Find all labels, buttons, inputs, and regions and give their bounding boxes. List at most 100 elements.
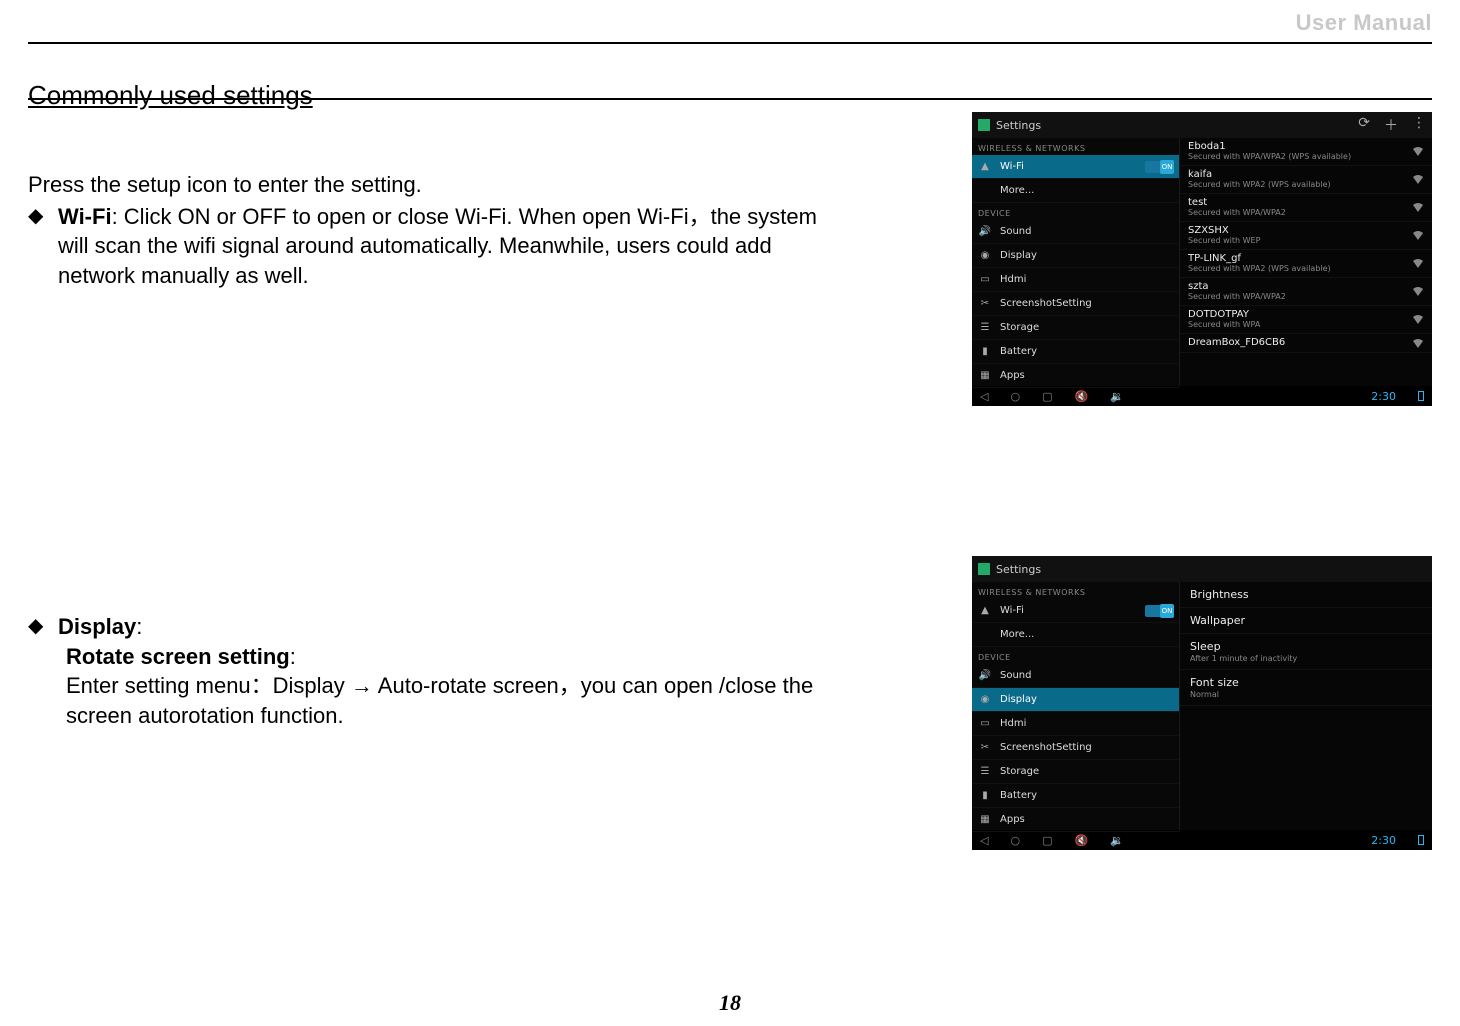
display-text: Display: Rotate screen setting: Enter se… [58, 612, 828, 731]
sidebar-item-more[interactable]: More... [972, 623, 1179, 647]
network-name: DreamBox_FD6CB6 [1188, 337, 1412, 348]
sidebar-item-screenshot[interactable]: ✂ScreenshotSetting [972, 736, 1179, 760]
sidebar-item-storage[interactable]: ☰Storage [972, 316, 1179, 340]
sidebar-label: Wi-Fi [1000, 161, 1024, 172]
wifi-network-item[interactable]: TP-LINK_gfSecured with WPA2 (WPS availab… [1180, 250, 1432, 278]
screenshot-icon: ✂ [978, 741, 992, 755]
display-label: Display [58, 614, 136, 639]
document-page: User Manual Commonly used settings Press… [0, 0, 1460, 1026]
blank-icon [978, 628, 992, 642]
display-icon: ◉ [978, 693, 992, 707]
sidebar-item-sound[interactable]: 🔊Sound [972, 220, 1179, 244]
display-option-item[interactable]: Brightness [1180, 582, 1432, 608]
category-device: DEVICE [972, 647, 1179, 664]
display-option-item[interactable]: SleepAfter 1 minute of inactivity [1180, 634, 1432, 670]
option-name: Font size [1190, 676, 1422, 689]
network-security: Secured with WPA [1188, 320, 1412, 329]
sound-icon: 🔊 [978, 669, 992, 683]
network-name: szta [1188, 281, 1412, 292]
section-rule [28, 98, 1432, 100]
wifi-network-item[interactable]: DreamBox_FD6CB6 [1180, 334, 1432, 353]
display-option-item[interactable]: Font sizeNormal [1180, 670, 1432, 706]
sidebar-item-screenshot[interactable]: ✂ScreenshotSetting [972, 292, 1179, 316]
display-option-item[interactable]: Wallpaper [1180, 608, 1432, 634]
toggle-knob: ON [1160, 160, 1174, 174]
signal-icon [1412, 258, 1424, 268]
vol-up-icon[interactable]: 🔉 [1110, 390, 1124, 403]
option-name: Wallpaper [1190, 614, 1422, 627]
sidebar-label: Display [1000, 250, 1037, 261]
sidebar-item-display[interactable]: ◉Display [972, 244, 1179, 268]
clock: 2:30 [1371, 834, 1396, 847]
sidebar-label: Wi-Fi [1000, 605, 1024, 616]
sidebar-label: Apps [1000, 814, 1025, 825]
wifi-toggle[interactable]: ON [1145, 161, 1173, 173]
category-wireless: WIRELESS & NETWORKS [972, 138, 1179, 155]
wifi-network-item[interactable]: Eboda1Secured with WPA/WPA2 (WPS availab… [1180, 138, 1432, 166]
wifi-network-item[interactable]: testSecured with WPA/WPA2 [1180, 194, 1432, 222]
add-icon[interactable]: ＋ [1384, 115, 1398, 135]
storage-icon: ☰ [978, 321, 992, 335]
sidebar-item-wifi[interactable]: ▲ Wi-Fi ON [972, 155, 1179, 179]
sidebar-label: More... [1000, 629, 1034, 640]
wifi-toggle[interactable]: ON [1145, 605, 1173, 617]
screenshot-display: Settings WIRELESS & NETWORKS ▲ Wi-Fi ON … [972, 556, 1432, 850]
sidebar-label: Battery [1000, 346, 1037, 357]
sidebar-item-storage[interactable]: ☰Storage [972, 760, 1179, 784]
home-icon[interactable]: ○ [1010, 834, 1020, 847]
option-sub: Normal [1190, 690, 1422, 699]
sidebar-item-hdmi[interactable]: ▭ Hdmi [972, 712, 1179, 736]
apps-icon: ▦ [978, 813, 992, 827]
back-icon[interactable]: ◁ [980, 390, 988, 403]
home-icon[interactable]: ○ [1010, 390, 1020, 403]
vol-down-icon[interactable]: 🔇 [1074, 390, 1088, 403]
apps-icon: ▦ [978, 369, 992, 383]
intro-text: Press the setup icon to enter the settin… [28, 170, 828, 291]
ss-title: Settings [996, 563, 1041, 576]
system-navbar: ◁ ○ ▢ 🔇 🔉 2:30 [972, 386, 1432, 406]
recent-icon[interactable]: ▢ [1042, 834, 1052, 847]
settings-sidebar: WIRELESS & NETWORKS ▲ Wi-Fi ON More... D… [972, 138, 1179, 386]
sidebar-label: Apps [1000, 370, 1025, 381]
wifi-network-item[interactable]: DOTDOTPAYSecured with WPA [1180, 306, 1432, 334]
wifi-network-item[interactable]: SZXSHXSecured with WEP [1180, 222, 1432, 250]
network-name: test [1188, 197, 1412, 208]
sidebar-label: Display [1000, 694, 1037, 705]
sidebar-item-apps[interactable]: ▦ Apps [972, 808, 1179, 832]
overflow-icon[interactable]: ⋮ [1412, 115, 1426, 135]
refresh-icon[interactable]: ⟳ [1358, 115, 1370, 135]
sidebar-item-battery[interactable]: ▮Battery [972, 784, 1179, 808]
screenshot-icon: ✂ [978, 297, 992, 311]
display-bullet: ◆ Display: Rotate screen setting: Enter … [28, 612, 828, 731]
signal-icon [1412, 202, 1424, 212]
sidebar-item-hdmi[interactable]: ▭Hdmi [972, 268, 1179, 292]
system-navbar: ◁ ○ ▢ 🔇 🔉 2:30 [972, 830, 1432, 850]
hdmi-icon: ▭ [978, 717, 992, 731]
display-colon: : [136, 614, 142, 639]
sidebar-label: Hdmi [1000, 718, 1026, 729]
network-name: Eboda1 [1188, 141, 1412, 152]
recent-icon[interactable]: ▢ [1042, 390, 1052, 403]
wifi-network-item[interactable]: sztaSecured with WPA/WPA2 [1180, 278, 1432, 306]
network-security: Secured with WEP [1188, 236, 1412, 245]
sidebar-item-display[interactable]: ◉ Display [972, 688, 1179, 712]
ss-titlebar: Settings [972, 556, 1432, 582]
vol-down-icon[interactable]: 🔇 [1074, 834, 1088, 847]
ss-titlebar: Settings ⟳ ＋ ⋮ [972, 112, 1432, 138]
rotate-arrow-icon: → [351, 673, 373, 698]
wifi-network-item[interactable]: kaifaSecured with WPA2 (WPS available) [1180, 166, 1432, 194]
back-icon[interactable]: ◁ [980, 834, 988, 847]
category-device: DEVICE [972, 203, 1179, 220]
settings-sidebar: WIRELESS & NETWORKS ▲ Wi-Fi ON More... D… [972, 582, 1179, 830]
hdmi-icon: ▭ [978, 273, 992, 287]
ss-title: Settings [996, 119, 1041, 132]
vol-up-icon[interactable]: 🔉 [1110, 834, 1124, 847]
sidebar-item-wifi[interactable]: ▲ Wi-Fi ON [972, 599, 1179, 623]
signal-icon [1412, 314, 1424, 324]
clock: 2:30 [1371, 390, 1396, 403]
sidebar-item-apps[interactable]: ▦ Apps [972, 364, 1179, 388]
sidebar-item-battery[interactable]: ▮Battery [972, 340, 1179, 364]
sidebar-item-more[interactable]: More... [972, 179, 1179, 203]
sidebar-item-sound[interactable]: 🔊Sound [972, 664, 1179, 688]
page-number: 18 [0, 990, 1460, 1016]
